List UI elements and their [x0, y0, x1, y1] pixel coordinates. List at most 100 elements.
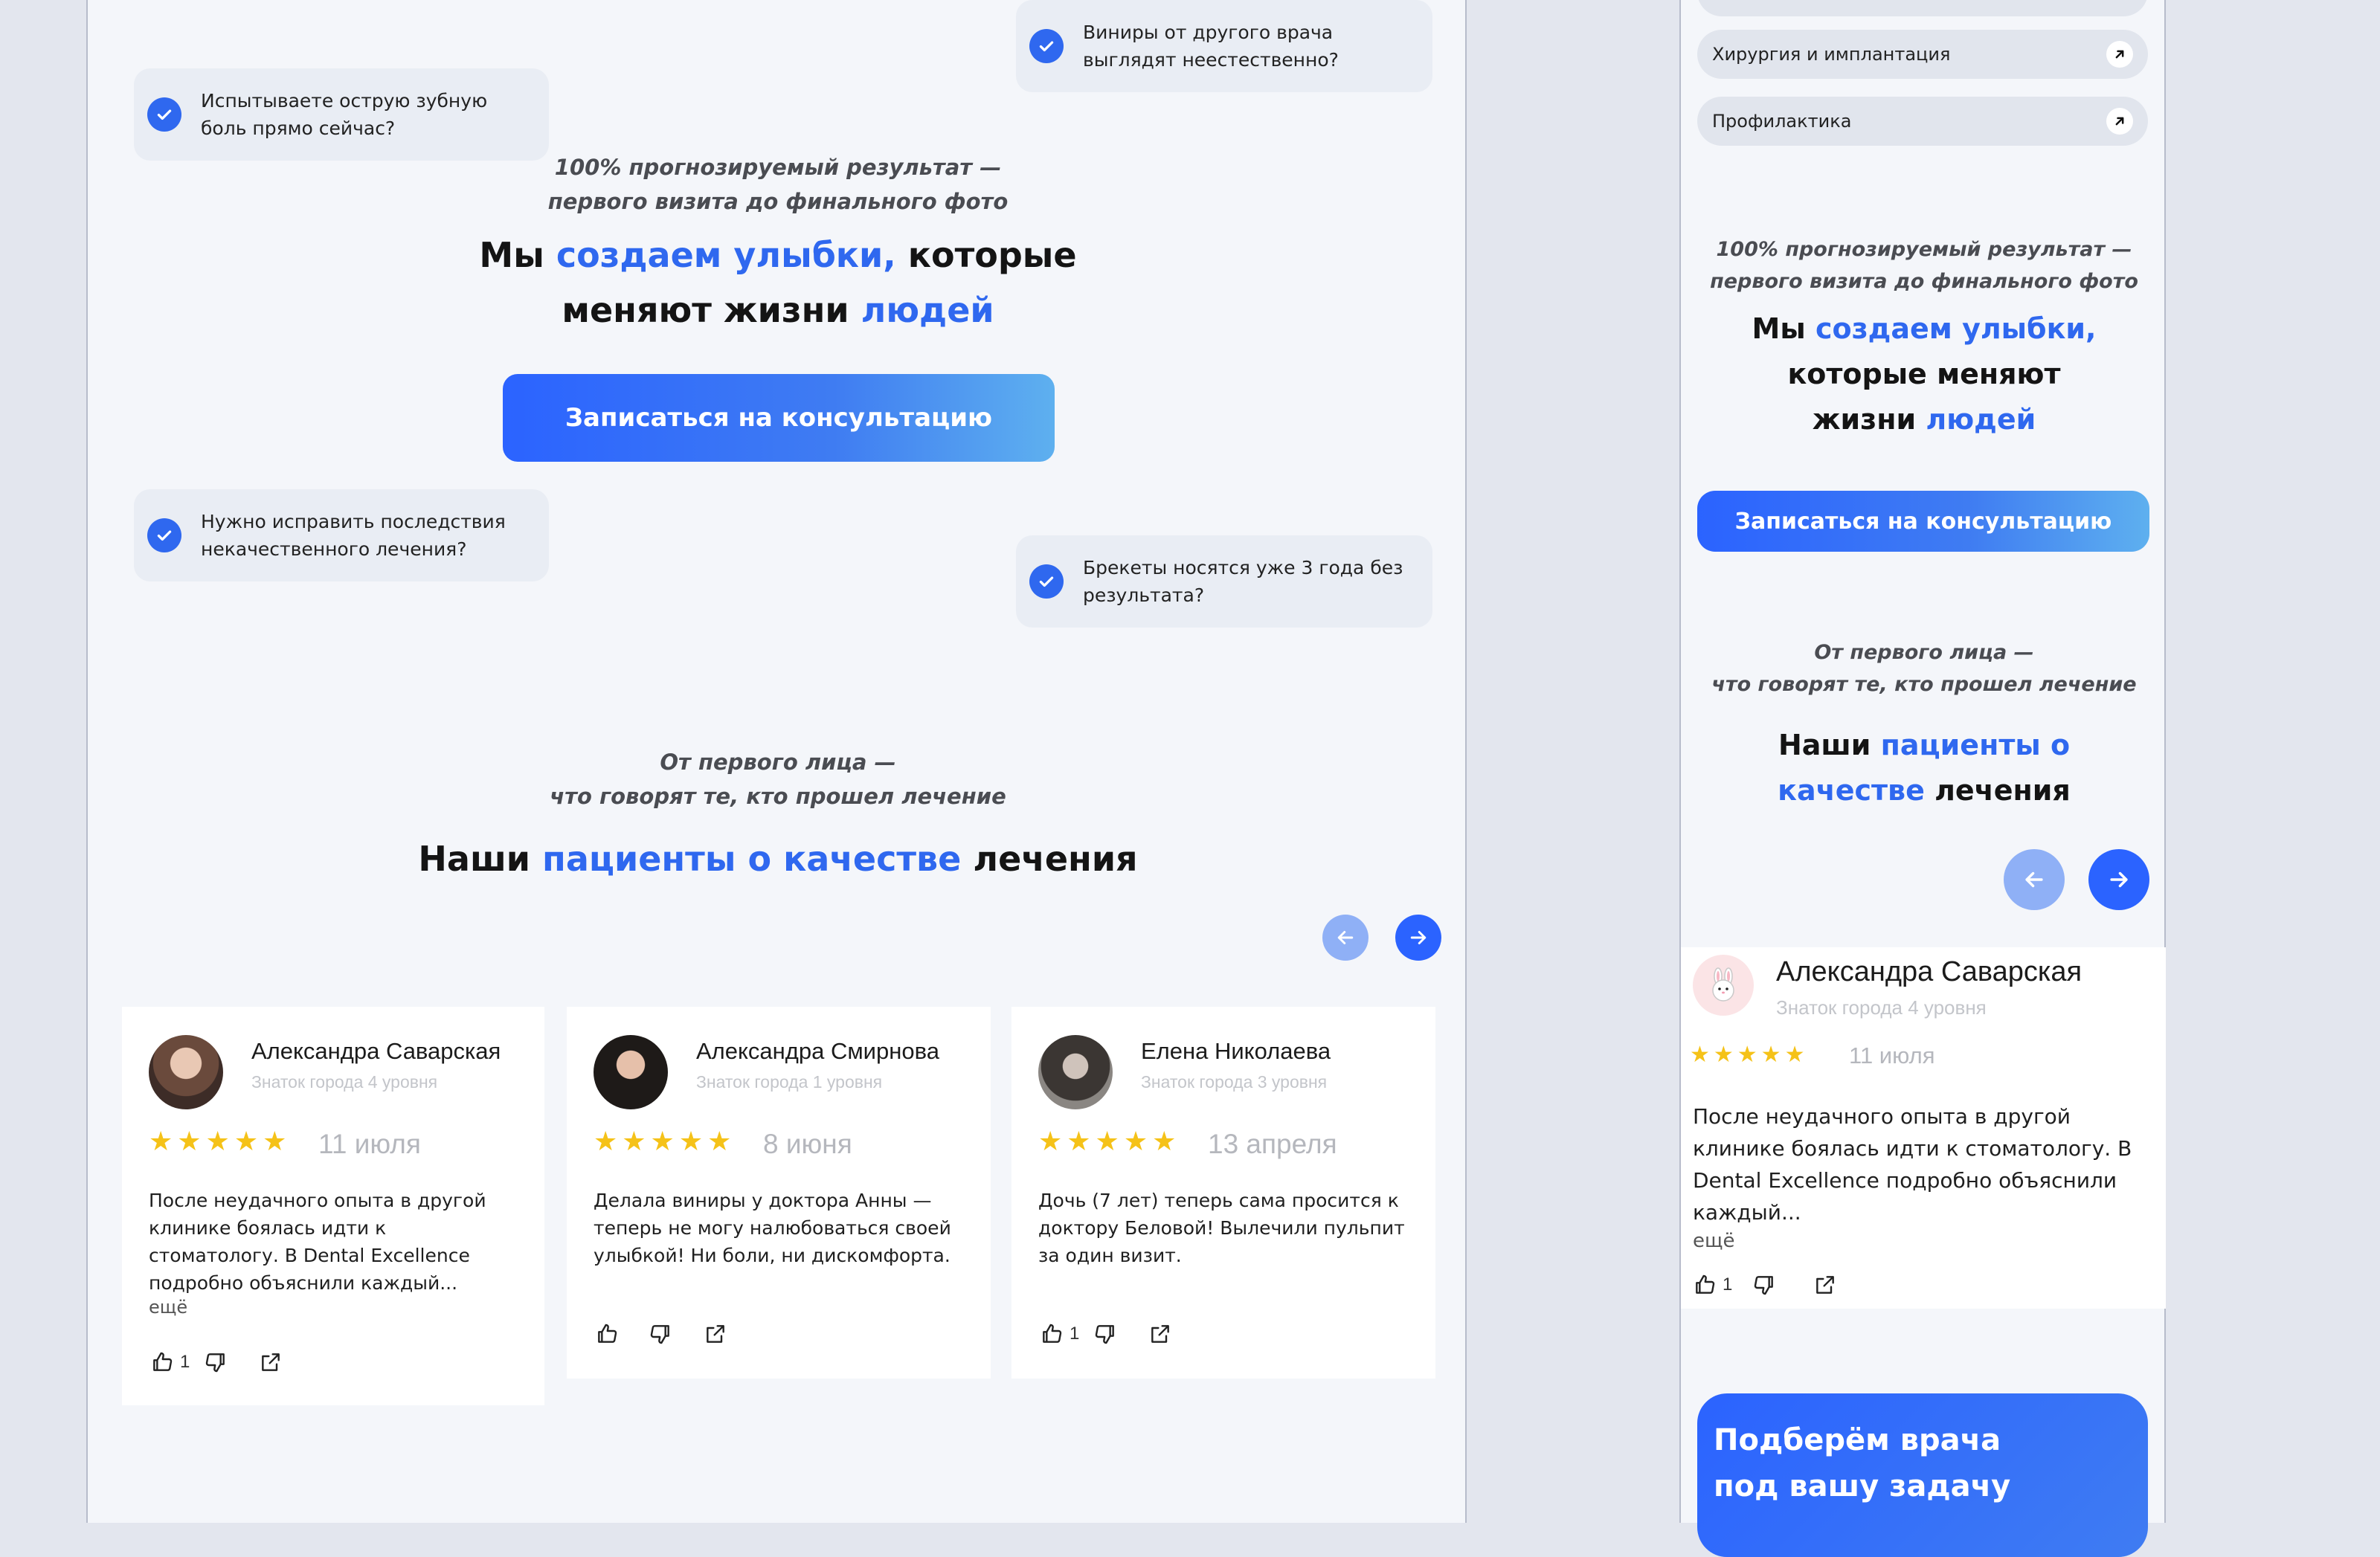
book-consultation-button[interactable]: Записаться на консультацию	[503, 374, 1055, 462]
dislike-button[interactable]	[204, 1350, 228, 1374]
dislike-button[interactable]	[1093, 1322, 1117, 1346]
external-link-icon	[262, 1353, 280, 1371]
review-text: После неудачного опыта в другой клинике …	[149, 1190, 486, 1294]
reviews-kicker: От первого лица — что говорят те, кто пр…	[550, 750, 1006, 809]
reviews-headline: Наши пациенты о качестве лечения	[1778, 729, 2071, 807]
review-text: Делала виниры у доктора Анны — теперь не…	[594, 1190, 951, 1266]
service-nav-item-prevention[interactable]: Профилактика	[1697, 97, 2148, 146]
external-link-icon	[1151, 1325, 1169, 1343]
reviewer-avatar	[594, 1035, 668, 1109]
review-date: 8 июня	[763, 1129, 852, 1159]
review-text: Дочь (7 лет) теперь сама просится к докт…	[1038, 1190, 1405, 1266]
reviewer-name: Александра Смирнова	[696, 1038, 939, 1064]
reviewer-level: Знаток города 1 уровня	[696, 1072, 883, 1092]
book-consultation-button[interactable]: Записаться на консультацию	[1697, 491, 2149, 552]
external-link-icon	[707, 1325, 724, 1343]
review-date: 11 июля	[1849, 1042, 1935, 1068]
pill-text: Брекеты носятся уже 3 года без результат…	[1083, 557, 1403, 606]
review-date: 11 июля	[318, 1129, 421, 1159]
arrow-up-right-icon	[2106, 41, 2133, 68]
reviewer-name: Александра Саварская	[1776, 956, 2082, 987]
pill-text: Нужно исправить последствия некачественн…	[201, 511, 506, 560]
doctor-match-title-line2: под вашу задачу	[1714, 1469, 2011, 1503]
reviewer-level: Знаток города 4 уровня	[1776, 996, 1987, 1019]
read-more-link[interactable]: ещё	[1693, 1230, 1734, 1252]
pain-point-pill: Нужно исправить последствия некачественн…	[134, 489, 549, 581]
like-count: 1	[1723, 1274, 1733, 1295]
pill-text: Испытываете острую зубную боль прямо сей…	[201, 90, 488, 139]
carousel-prev-button[interactable]	[1322, 915, 1368, 961]
share-button[interactable]	[259, 1350, 283, 1374]
reviewer-level: Знаток города 3 уровня	[1141, 1072, 1328, 1092]
doctor-match-title-line1: Подберём врача	[1714, 1423, 2001, 1457]
hero-headline: Мы создаем улыбки, которые меняют жизни …	[1752, 312, 2097, 436]
thumbs-up-icon	[1043, 1324, 1062, 1343]
review-card: Александра Саварская Знаток города 4 уро…	[122, 1007, 544, 1405]
reviews-headline: Наши пациенты о качестве лечения	[418, 839, 1138, 879]
pain-point-pill: Брекеты носятся уже 3 года без результат…	[1016, 535, 1432, 628]
thumbs-up-icon	[153, 1352, 173, 1371]
check-icon	[1029, 29, 1064, 63]
rating-stars: ★★★★★	[149, 1126, 292, 1157]
hero-kicker: 100% прогнозируемый результат — первого …	[547, 155, 1009, 214]
review-text: После неудачного опыта в другой клинике …	[1693, 1104, 2132, 1225]
review-card: Александра Саварская Знаток города 4 уро…	[1681, 947, 2166, 1309]
check-icon	[1029, 564, 1064, 599]
hero-headline: Мы создаем улыбки, которые меняют жизни …	[479, 235, 1077, 330]
service-nav-label: Профилактика	[1712, 111, 1852, 132]
share-button[interactable]	[1813, 1273, 1837, 1297]
like-count: 1	[1070, 1324, 1080, 1344]
carousel-prev-button[interactable]	[2004, 849, 2065, 910]
mobile-frame: Хирургия и имплантация Профилактика 100%…	[1679, 0, 2166, 1557]
arrow-left-icon	[1337, 931, 1354, 944]
reviews-kicker: От первого лица — что говорят те, кто пр…	[1711, 641, 2137, 696]
rating-stars: ★★★★★	[1690, 1042, 1809, 1068]
service-nav-item-surgery[interactable]: Хирургия и имплантация	[1697, 30, 2148, 79]
reviewer-avatar	[149, 1035, 223, 1109]
doctor-match-card[interactable]: Подберём врача под вашу задачу	[1697, 1393, 2148, 1557]
carousel-next-button[interactable]	[2088, 849, 2149, 910]
review-card: Елена Николаева Знаток города 3 уровня ★…	[1012, 1007, 1435, 1379]
thumbs-up-icon	[598, 1324, 617, 1343]
thumbs-up-icon	[1696, 1274, 1715, 1294]
share-button[interactable]	[704, 1322, 727, 1346]
check-icon	[147, 97, 181, 132]
rating-stars: ★★★★★	[594, 1126, 736, 1157]
like-button[interactable]: 1	[1693, 1273, 1732, 1297]
like-button[interactable]	[595, 1322, 625, 1346]
desktop-frame: Испытываете острую зубную боль прямо сей…	[86, 0, 1467, 1523]
hero-kicker: 100% прогнозируемый результат — первого …	[1710, 238, 2138, 293]
review-date: 13 апреля	[1208, 1129, 1337, 1159]
share-button[interactable]	[1148, 1322, 1172, 1346]
carousel-next-button[interactable]	[1395, 915, 1441, 961]
rating-stars: ★★★★★	[1038, 1126, 1181, 1157]
dislike-button[interactable]	[649, 1322, 672, 1346]
like-button[interactable]: 1	[1040, 1322, 1079, 1346]
pill-text: Виниры от другого врача выглядят неестес…	[1083, 22, 1339, 71]
pain-point-pill: Испытываете острую зубную боль прямо сей…	[134, 68, 549, 161]
reviewer-avatar	[1693, 955, 1754, 1016]
check-icon	[147, 518, 181, 552]
thumbs-down-icon	[205, 1353, 225, 1373]
arrow-right-icon	[2110, 871, 2128, 888]
pain-point-pill: Виниры от другого врача выглядят неестес…	[1016, 0, 1432, 92]
thumbs-down-icon	[650, 1325, 669, 1344]
arrow-left-icon	[2025, 871, 2043, 888]
dislike-button[interactable]	[1752, 1273, 1776, 1297]
read-more-link[interactable]: ещё	[149, 1297, 187, 1318]
bunny-icon	[1712, 967, 1734, 1002]
reviewer-name: Елена Николаева	[1141, 1038, 1331, 1064]
service-nav-label: Хирургия и имплантация	[1712, 44, 1951, 65]
reviewer-level: Знаток города 4 уровня	[251, 1072, 438, 1092]
review-card: Александра Смирнова Знаток города 1 уров…	[567, 1007, 991, 1379]
reviewer-avatar	[1038, 1035, 1113, 1109]
arrow-up-right-icon	[2106, 108, 2133, 135]
thumbs-down-icon	[1754, 1276, 1773, 1295]
reviewer-name: Александра Саварская	[251, 1038, 501, 1064]
thumbs-down-icon	[1095, 1325, 1114, 1344]
arrow-right-icon	[1410, 931, 1427, 944]
external-link-icon	[1816, 1276, 1834, 1294]
like-count: 1	[180, 1352, 190, 1372]
like-button[interactable]: 1	[150, 1350, 190, 1374]
service-nav-item[interactable]	[1697, 0, 2148, 16]
